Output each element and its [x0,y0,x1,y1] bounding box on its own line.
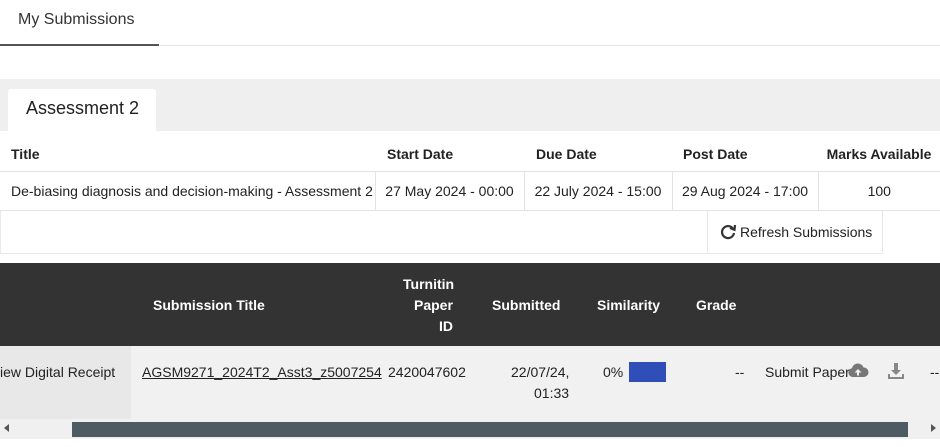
tab-assessment-2-label: Assessment 2 [26,98,140,118]
more-value: -- [930,364,940,380]
scrollbar-thumb[interactable] [72,422,908,437]
similarity-value: 0% [603,364,624,380]
digital-receipt-cell: iew Digital Receipt [0,346,131,419]
info-start-date-cell: 27 May 2024 - 00:00 [375,171,525,211]
view-digital-receipt-link[interactable]: iew Digital Receipt [0,364,115,380]
tab-my-submissions[interactable]: My Submissions [0,0,159,46]
header-submission-title: Submission Title [153,297,265,313]
info-post-date-cell: 29 Aug 2024 - 17:00 [672,171,819,211]
cloud-upload-icon[interactable] [847,362,869,380]
scroll-right-icon[interactable] [931,424,936,432]
header-paper-id-line3: ID [439,318,453,334]
info-header-row: Title Start Date Due Date Post Date Mark… [0,137,940,172]
info-marks-cell: 100 [818,171,940,211]
submission-title-link[interactable]: AGSM9271_2024T2_Asst3_z5007254 [142,364,382,380]
refresh-row: Refresh Submissions [0,211,883,254]
info-header-post-date: Post Date [672,137,818,172]
header-similarity: Similarity [597,297,661,313]
paper-id-value: 2420047602 [388,364,466,380]
refresh-submissions-button[interactable]: Refresh Submissions [707,211,884,254]
top-tab-bar: My Submissions [0,0,940,46]
info-header-start-date: Start Date [375,137,524,172]
scroll-left-icon[interactable] [4,424,9,432]
header-submitted: Submitted [492,297,561,313]
info-row: De-biasing diagnosis and decision-making… [0,171,940,211]
grade-value: -- [735,364,745,380]
download-icon[interactable] [886,361,906,381]
horizontal-scrollbar[interactable] [0,419,940,439]
info-due-date-cell: 22 July 2024 - 15:00 [524,171,673,211]
info-header-marks: Marks Available [818,137,940,172]
assignment-info-table: Title Start Date Due Date Post Date Mark… [0,137,940,211]
tab-assessment-2[interactable]: Assessment 2 [8,89,156,131]
submitted-time-value: 01:33 [534,385,570,401]
header-paper-id-line1: Turnitin [403,276,455,292]
refresh-icon [720,224,737,240]
refresh-submissions-label: Refresh Submissions [740,224,873,240]
tab-my-submissions-label: My Submissions [18,11,135,28]
header-paper-id-line2: Paper [414,297,453,313]
info-header-due-date: Due Date [524,137,672,172]
info-title-cell: De-biasing diagnosis and decision-making… [0,171,376,211]
submit-paper-label[interactable]: Submit Paper [765,364,850,380]
info-header-title: Title [0,137,375,172]
similarity-bar[interactable] [629,362,666,382]
header-grade: Grade [696,297,737,313]
submitted-date-value: 22/07/24, [511,364,570,380]
submissions-header-row: Submission Title Turnitin Paper ID Submi… [0,263,940,346]
submission-row: iew Digital Receipt AGSM9271_2024T2_Asst… [0,346,940,419]
